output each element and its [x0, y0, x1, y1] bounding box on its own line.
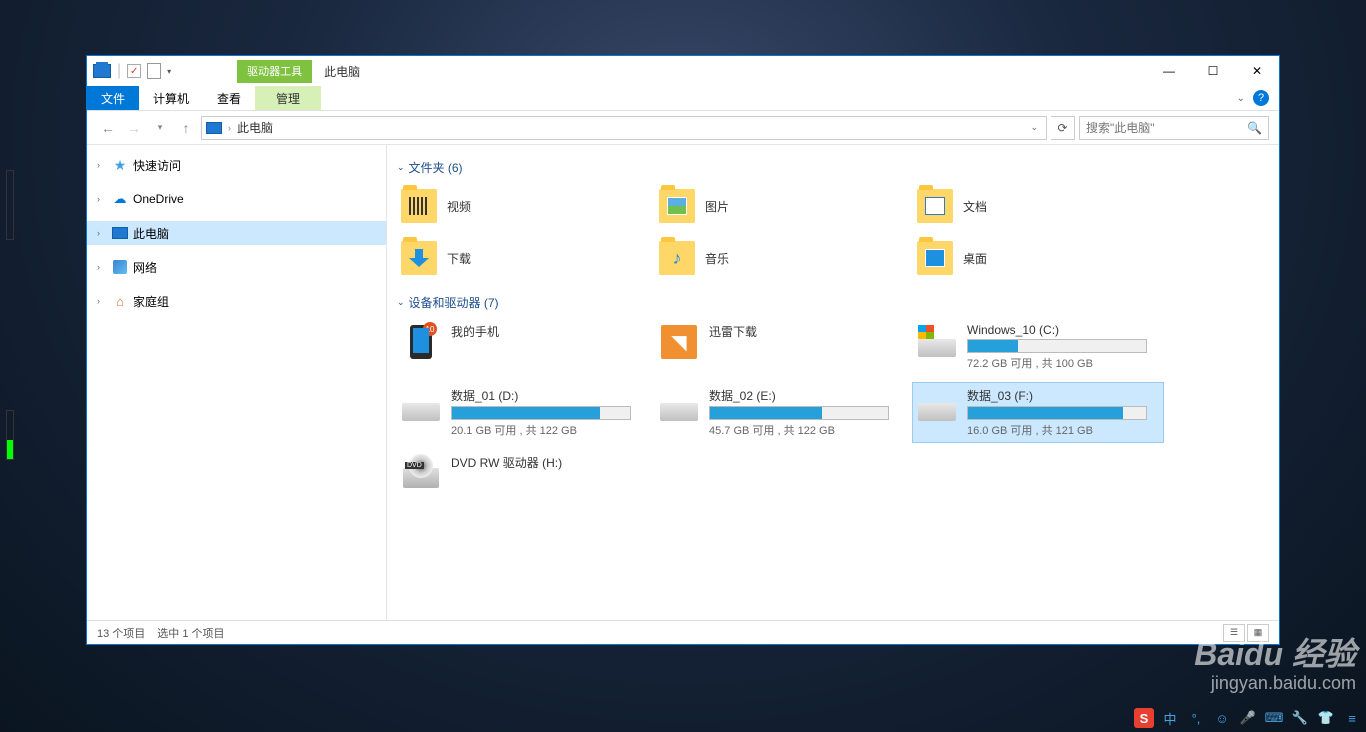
navigation-pane: ›★快速访问 ›☁OneDrive ›此电脑 ›网络 ›⌂家庭组: [87, 145, 387, 620]
minimize-button[interactable]: —: [1147, 57, 1191, 85]
xunlei-icon: ◥: [661, 325, 697, 359]
search-box[interactable]: 🔍: [1079, 116, 1269, 140]
drive-d-usage: [452, 407, 600, 419]
desktop-icon: [925, 249, 945, 267]
nav-up-button[interactable]: ↑: [175, 117, 197, 139]
drive-d[interactable]: 数据_01 (D:)20.1 GB 可用 , 共 122 GB: [397, 383, 647, 442]
drive-icon: [660, 403, 698, 421]
content-area: ⌄文件夹 (6) 视频 图片 文档 下载 ♪音乐 桌面 ⌄设备和驱动器 (7) …: [387, 145, 1279, 620]
nav-forward-button[interactable]: →: [123, 117, 145, 139]
tray-keyboard-icon[interactable]: ⌨: [1264, 708, 1284, 728]
address-bar[interactable]: › 此电脑 ⌄: [201, 116, 1047, 140]
group-devices-header[interactable]: ⌄设备和驱动器 (7): [397, 294, 1269, 311]
tray-menu-icon[interactable]: ≡: [1342, 708, 1362, 728]
volume-meter-2: [6, 410, 14, 460]
file-explorer-window: | ✓ ▾ 驱动器工具 此电脑 — ☐ ✕ 文件 计算机 查看 管理 ⌄ ? ←…: [86, 55, 1280, 645]
help-icon[interactable]: ?: [1253, 90, 1269, 106]
address-dropdown[interactable]: ⌄: [1026, 122, 1042, 133]
tray-tool-icon[interactable]: 🔧: [1290, 708, 1310, 728]
search-icon[interactable]: 🔍: [1247, 121, 1262, 135]
refresh-button[interactable]: ⟳: [1051, 116, 1075, 140]
drive-e[interactable]: 数据_02 (E:)45.7 GB 可用 , 共 122 GB: [655, 383, 905, 442]
tray-ime-icon[interactable]: 中: [1160, 708, 1180, 728]
ribbon-tab-view[interactable]: 查看: [203, 86, 255, 110]
dvd-icon: DVD: [403, 468, 439, 488]
status-item-count: 13 个项目: [97, 625, 145, 641]
ribbon: 文件 计算机 查看 管理 ⌄ ?: [87, 86, 1279, 111]
qat-customize-arrow[interactable]: ▾: [167, 67, 171, 76]
tray-mic-icon[interactable]: 🎤: [1238, 708, 1258, 728]
drive-f-usage: [968, 407, 1123, 419]
homegroup-icon: ⌂: [112, 293, 128, 309]
drive-e-usage: [710, 407, 822, 419]
titlebar: | ✓ ▾ 驱动器工具 此电脑 — ☐ ✕: [87, 56, 1279, 86]
tree-quick-access[interactable]: ›★快速访问: [87, 153, 386, 177]
drive-c-usage: [968, 340, 1018, 352]
folder-downloads[interactable]: 下载: [397, 236, 647, 280]
separator: |: [117, 62, 121, 80]
drive-icon: [402, 403, 440, 421]
folder-videos[interactable]: 视频: [397, 184, 647, 228]
ribbon-collapse-icon[interactable]: ⌄: [1237, 93, 1245, 104]
drive-icon: [918, 403, 956, 421]
maximize-button[interactable]: ☐: [1191, 57, 1235, 85]
close-button[interactable]: ✕: [1235, 57, 1279, 85]
volume-meter-1: [6, 170, 14, 240]
qat-properties-icon[interactable]: ✓: [127, 64, 141, 78]
cloud-icon: ☁: [112, 191, 128, 207]
window-title: 此电脑: [324, 63, 360, 80]
tree-network[interactable]: ›网络: [87, 255, 386, 279]
nav-back-button[interactable]: ←: [97, 117, 119, 139]
drive-f[interactable]: 数据_03 (F:)16.0 GB 可用 , 共 121 GB: [913, 383, 1163, 442]
folder-pictures[interactable]: 图片: [655, 184, 905, 228]
drive-icon: [918, 339, 956, 357]
image-icon: [667, 197, 687, 215]
tree-homegroup[interactable]: ›⌂家庭组: [87, 289, 386, 313]
app-icon[interactable]: [93, 64, 111, 78]
address-path[interactable]: 此电脑: [237, 119, 1020, 136]
download-icon: [409, 249, 429, 267]
tray-skin-icon[interactable]: 👕: [1316, 708, 1336, 728]
ribbon-contextual-tab[interactable]: 驱动器工具: [237, 60, 312, 83]
tray-face-icon[interactable]: ☺: [1212, 708, 1232, 728]
document-icon: [925, 197, 945, 215]
folder-desktop[interactable]: 桌面: [913, 236, 1163, 280]
ribbon-tab-manage[interactable]: 管理: [255, 86, 321, 110]
ribbon-tab-file[interactable]: 文件: [87, 86, 139, 110]
search-input[interactable]: [1086, 121, 1247, 135]
qat-newfolder-icon[interactable]: [147, 63, 161, 79]
system-tray: S 中 °, ☺ 🎤 ⌨ 🔧 👕 ≡: [1134, 708, 1362, 728]
music-icon: ♪: [667, 249, 687, 267]
breadcrumb-arrow[interactable]: ›: [228, 123, 231, 133]
status-selected-count: 选中 1 个项目: [157, 625, 224, 641]
ribbon-tab-computer[interactable]: 计算机: [139, 86, 203, 110]
group-folders-header[interactable]: ⌄文件夹 (6): [397, 159, 1269, 176]
tray-sogou-icon[interactable]: S: [1134, 708, 1154, 728]
drive-c[interactable]: Windows_10 (C:)72.2 GB 可用 , 共 100 GB: [913, 319, 1163, 375]
tree-this-pc[interactable]: ›此电脑: [87, 221, 386, 245]
network-icon: [112, 259, 128, 275]
address-bar-row: ← → ▾ ↑ › 此电脑 ⌄ ⟳ 🔍: [87, 111, 1279, 145]
star-icon: ★: [112, 157, 128, 173]
nav-recent-dropdown[interactable]: ▾: [149, 117, 171, 139]
pc-icon: [112, 225, 128, 241]
watermark: Baidu 经验 jingyan.baidu.com: [1194, 638, 1356, 692]
video-icon: [409, 197, 429, 215]
device-phone[interactable]: 10 我的手机: [397, 319, 647, 375]
folder-documents[interactable]: 文档: [913, 184, 1163, 228]
drive-dvd[interactable]: DVD DVD RW 驱动器 (H:): [397, 450, 647, 496]
folder-music[interactable]: ♪音乐: [655, 236, 905, 280]
phone-icon: 10: [410, 325, 432, 359]
tree-onedrive[interactable]: ›☁OneDrive: [87, 187, 386, 211]
device-xunlei[interactable]: ◥ 迅雷下载: [655, 319, 905, 375]
status-bar: 13 个项目 选中 1 个项目 ☰ ▦: [87, 620, 1279, 644]
address-pc-icon: [206, 122, 222, 134]
tray-punct-icon[interactable]: °,: [1186, 708, 1206, 728]
